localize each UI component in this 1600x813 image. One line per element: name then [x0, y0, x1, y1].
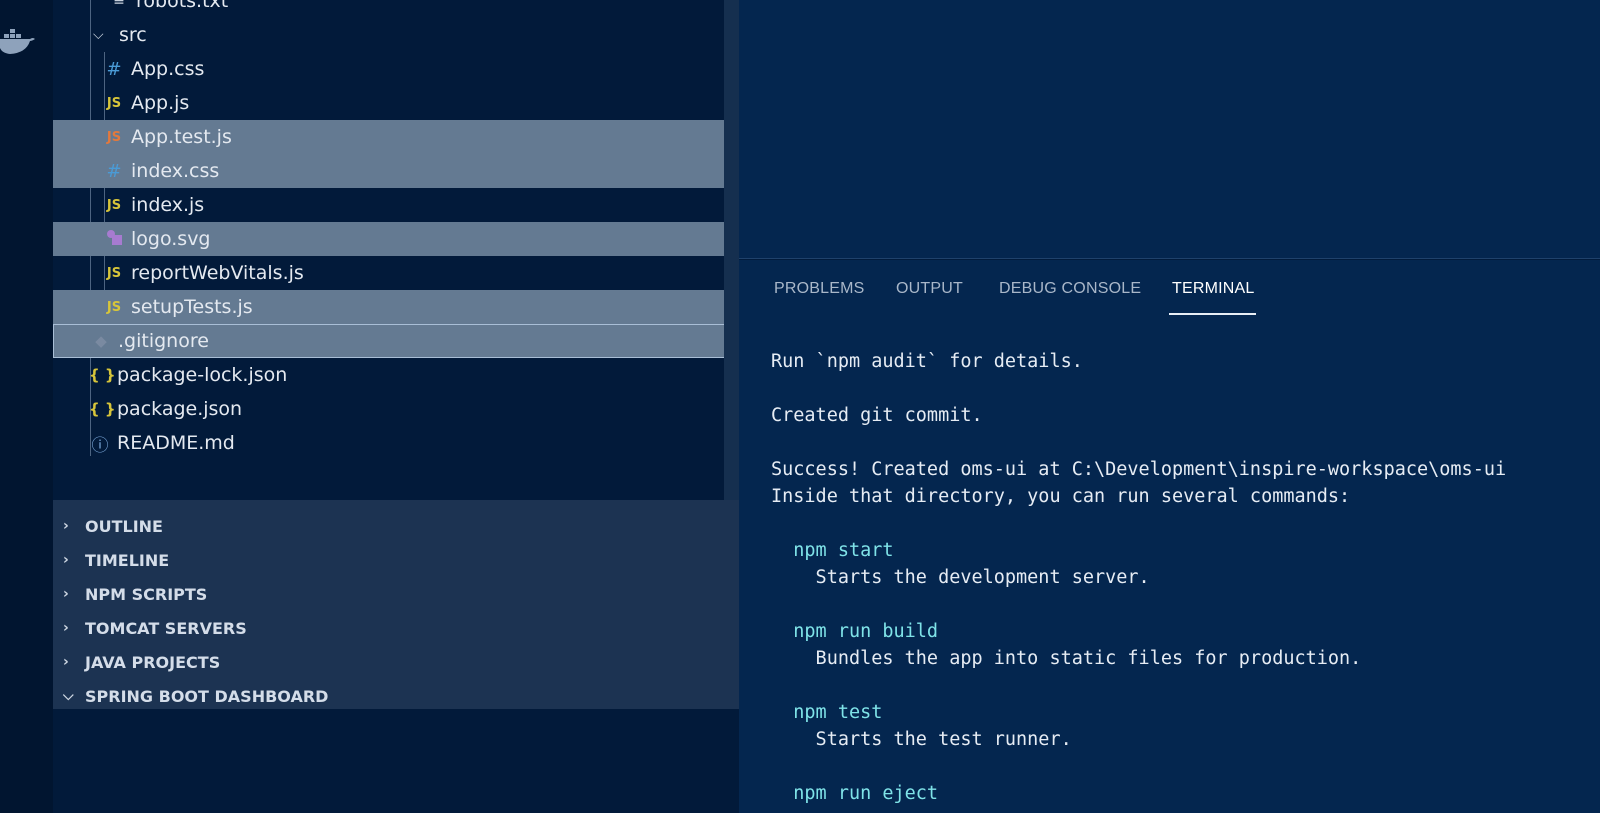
section-label: TOMCAT SERVERS [85, 618, 247, 638]
tab-problems[interactable]: PROBLEMS [774, 280, 865, 298]
tree-item-package-json[interactable]: { } package.json [53, 392, 739, 426]
chevron-right-icon: › [63, 654, 69, 670]
file-tree: ≡ robots.txt ⌵ src # App.css JS App.js J… [53, 0, 739, 500]
js-test-icon: JS [106, 129, 122, 145]
chevron-down-icon: ⌵ [93, 27, 104, 43]
section-label: JAVA PROJECTS [85, 652, 221, 672]
terminal-output[interactable]: Run `npm audit` for details. Created git… [771, 348, 1506, 807]
tree-item-reportwebvitals-js[interactable]: JS reportWebVitals.js [53, 256, 739, 290]
git-icon: ◆ [95, 332, 107, 350]
section-timeline[interactable]: › TIMELINE [53, 543, 739, 577]
tree-item-label: README.md [117, 432, 235, 454]
tree-item-app-css[interactable]: # App.css [53, 52, 739, 86]
terminal-line: Success! Created oms-ui at C:\Developmen… [771, 459, 1507, 480]
section-tomcat-servers[interactable]: › TOMCAT SERVERS [53, 611, 739, 645]
json-icon: { } [89, 400, 116, 418]
tree-item-label: logo.svg [131, 228, 211, 250]
tree-item-label: index.css [131, 160, 220, 182]
tree-folder-label: src [119, 24, 147, 46]
editor-area[interactable] [739, 0, 1600, 259]
tree-item-index-css[interactable]: # index.css [53, 154, 739, 188]
tree-item-label: App.js [131, 92, 190, 114]
chevron-right-icon: › [63, 620, 69, 636]
tree-item-app-test-js[interactable]: JS App.test.js [53, 120, 739, 154]
active-tab-indicator [1169, 313, 1256, 315]
section-label: OUTLINE [85, 516, 163, 536]
chevron-down-icon: ⌵ [63, 688, 74, 704]
tree-item-label: reportWebVitals.js [131, 262, 304, 284]
tree-item-label: index.js [131, 194, 205, 216]
explorer-scrollbar[interactable] [724, 0, 739, 500]
section-java-projects[interactable]: › JAVA PROJECTS [53, 645, 739, 679]
tree-item-gitignore[interactable]: ◆ .gitignore [53, 324, 739, 358]
terminal-command: npm run eject [771, 783, 939, 804]
css-icon: # [106, 58, 122, 80]
js-icon: JS [106, 299, 122, 315]
panel-tabs: PROBLEMS OUTPUT DEBUG CONSOLE TERMINAL [739, 260, 1600, 318]
chevron-right-icon: › [63, 586, 69, 602]
tab-output[interactable]: OUTPUT [896, 280, 963, 298]
tree-item-readme-md[interactable]: ⓘ README.md [53, 426, 739, 460]
terminal-line: Inside that directory, you can run sever… [771, 486, 1351, 507]
tree-item-label: package.json [117, 398, 243, 420]
tree-item-label: App.test.js [131, 126, 232, 148]
terminal-command: npm start [771, 540, 894, 561]
terminal-line: Starts the development server. [771, 567, 1150, 588]
svg-icon [103, 228, 125, 250]
section-label: NPM SCRIPTS [85, 584, 208, 604]
sidebar-sections: › OUTLINE › TIMELINE › NPM SCRIPTS › TOM… [53, 500, 739, 709]
tree-folder-src[interactable]: ⌵ src [53, 18, 739, 52]
terminal-line: Starts the test runner. [771, 729, 1072, 750]
section-npm-scripts[interactable]: › NPM SCRIPTS [53, 577, 739, 611]
tree-item-robots[interactable]: ≡ robots.txt [53, 0, 739, 18]
terminal-command: npm run build [771, 621, 939, 642]
section-label: TIMELINE [85, 550, 170, 570]
section-label: SPRING BOOT DASHBOARD [85, 686, 329, 706]
info-icon: ⓘ [91, 435, 109, 456]
explorer-sidebar: ≡ robots.txt ⌵ src # App.css JS App.js J… [53, 0, 739, 813]
json-icon: { } [89, 366, 116, 384]
activity-bar [0, 0, 53, 813]
terminal-line: Bundles the app into static files for pr… [771, 648, 1362, 669]
tab-debug-console[interactable]: DEBUG CONSOLE [999, 280, 1141, 298]
docker-icon[interactable] [0, 26, 36, 58]
js-icon: JS [106, 265, 122, 281]
tab-terminal[interactable]: TERMINAL [1172, 280, 1255, 298]
terminal-line: Created git commit. [771, 405, 983, 426]
chevron-right-icon: › [63, 518, 69, 534]
tree-item-app-js[interactable]: JS App.js [53, 86, 739, 120]
tree-item-setuptests-js[interactable]: JS setupTests.js [53, 290, 739, 324]
tree-item-logo-svg[interactable]: logo.svg [53, 222, 739, 256]
tree-item-label: .gitignore [118, 330, 209, 352]
js-icon: JS [106, 197, 122, 213]
section-outline[interactable]: › OUTLINE [53, 509, 739, 543]
tree-item-index-js[interactable]: JS index.js [53, 188, 739, 222]
js-icon: JS [106, 95, 122, 111]
tree-item-label: package-lock.json [117, 364, 288, 386]
section-spring-boot-dashboard[interactable]: ⌵ SPRING BOOT DASHBOARD [53, 679, 739, 713]
text-file-icon: ≡ [113, 0, 125, 9]
terminal-command: npm test [771, 702, 883, 723]
css-icon: # [106, 160, 122, 182]
chevron-right-icon: › [63, 552, 69, 568]
tree-item-package-lock-json[interactable]: { } package-lock.json [53, 358, 739, 392]
terminal-line: Run `npm audit` for details. [771, 351, 1083, 372]
tree-item-label: App.css [131, 58, 205, 80]
tree-item-label: robots.txt [136, 0, 229, 12]
tree-item-label: setupTests.js [131, 296, 253, 318]
bottom-panel: PROBLEMS OUTPUT DEBUG CONSOLE TERMINAL R… [739, 260, 1600, 813]
